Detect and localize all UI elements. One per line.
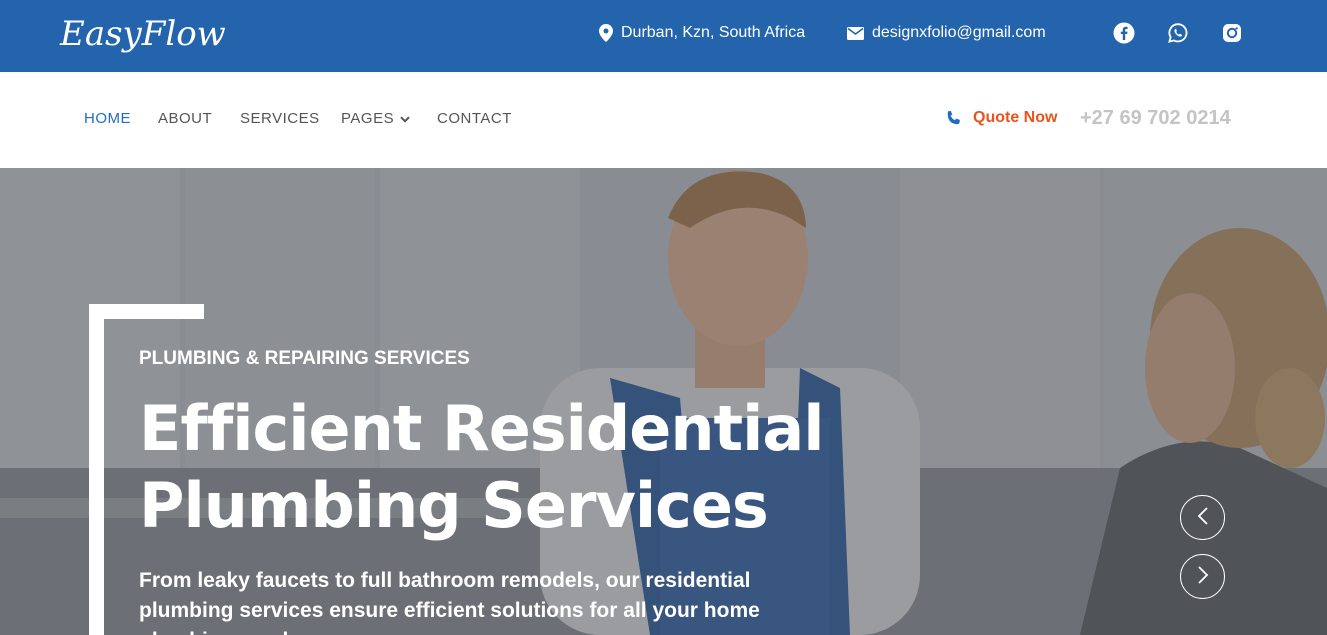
hero-description: From leaky faucets to full bathroom remo… [139, 569, 760, 635]
hero-section: PLUMBING & REPAIRING SERVICES Efficient … [0, 168, 1327, 635]
nav-item-pages-label: PAGES [341, 110, 395, 127]
nav-item-about[interactable]: ABOUT [158, 110, 212, 127]
location-text: Durban, Kzn, South Africa [621, 24, 806, 41]
chevron-down-icon [400, 110, 410, 127]
hero-tagline: PLUMBING & REPAIRING SERVICES [139, 348, 470, 369]
facebook-icon[interactable] [1113, 22, 1135, 44]
instagram-icon[interactable] [1221, 22, 1243, 44]
decorative-frame-left [89, 304, 104, 635]
quote-now-link[interactable]: Quote Now [973, 109, 1057, 127]
nav-item-home[interactable]: HOME [84, 110, 131, 127]
email-info[interactable]: designxfolio@gmail.com [847, 22, 1046, 44]
email-text[interactable]: designxfolio@gmail.com [872, 24, 1046, 42]
slider-prev-button[interactable] [1180, 495, 1225, 540]
phone-number-link[interactable]: +27 69 702 0214 [1080, 107, 1231, 130]
nav-item-pages[interactable]: PAGES [341, 110, 410, 127]
envelope-icon [847, 26, 864, 40]
slider-next-button[interactable] [1180, 554, 1225, 599]
phone-icon [945, 110, 962, 131]
brand-logo[interactable]: EasyFlow [60, 14, 226, 54]
decorative-frame-top [89, 304, 204, 319]
hero-title-line-2: Plumbing Services [139, 469, 769, 542]
map-pin-icon [599, 24, 613, 42]
whatsapp-icon[interactable] [1167, 22, 1189, 44]
nav-item-contact[interactable]: CONTACT [437, 110, 512, 127]
hero-title-line-1: Efficient Residential [139, 392, 824, 465]
top-bar: EasyFlow Durban, Kzn, South Africa desig… [0, 0, 1327, 72]
nav-item-services[interactable]: SERVICES [240, 110, 320, 127]
chevron-left-icon [1197, 506, 1209, 530]
chevron-right-icon [1197, 565, 1209, 589]
location-info: Durban, Kzn, South Africa [599, 22, 805, 44]
hero-title: Efficient Residential Plumbing Services [139, 390, 839, 544]
main-navigation: HOME ABOUT SERVICES PAGES CONTACT Quote … [0, 72, 1327, 168]
